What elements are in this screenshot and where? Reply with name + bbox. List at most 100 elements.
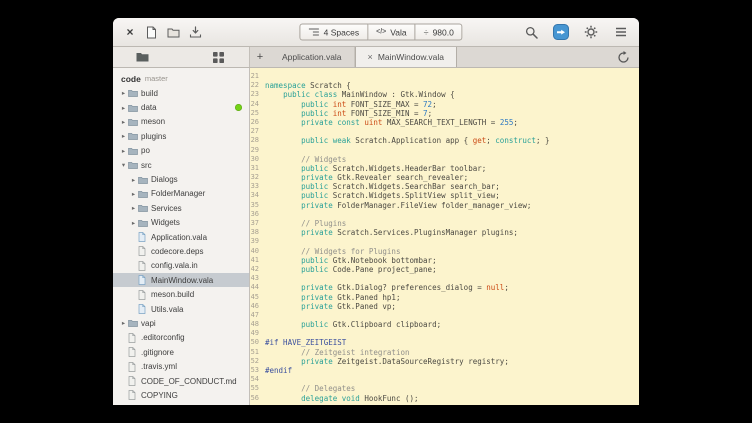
share-button[interactable] bbox=[552, 23, 570, 41]
tab-application-vala[interactable]: Application.vala bbox=[270, 47, 355, 67]
new-document-button[interactable] bbox=[142, 23, 160, 41]
code-text: public Code.Pane project_pane; bbox=[265, 265, 437, 274]
code-line: 36 bbox=[250, 210, 639, 219]
app-menu-button[interactable] bbox=[612, 23, 630, 41]
grid-view-button[interactable] bbox=[209, 48, 227, 66]
tree-file-Utils.vala[interactable]: Utils.vala bbox=[113, 302, 249, 316]
chevron-right-icon[interactable]: ▸ bbox=[119, 118, 128, 126]
line-number: 26 bbox=[250, 118, 265, 127]
code-text: public class MainWindow : Gtk.Window { bbox=[265, 90, 455, 99]
history-button[interactable] bbox=[614, 48, 632, 66]
save-document-button[interactable] bbox=[186, 23, 204, 41]
tree-file-config.vala.in[interactable]: config.vala.in bbox=[113, 259, 249, 273]
toolbar-segments: 4 Spaces </> Vala ÷ 980.0 bbox=[300, 24, 463, 41]
tree-item-label: Services bbox=[151, 204, 182, 213]
tree-folder-plugins[interactable]: ▸ plugins bbox=[113, 129, 249, 143]
folder-icon bbox=[128, 161, 141, 169]
tree-item-label: Utils.vala bbox=[151, 305, 183, 314]
code-text: namespace Scratch { bbox=[265, 81, 351, 90]
tree-file-.travis.yml[interactable]: .travis.yml bbox=[113, 359, 249, 373]
line-number: 37 bbox=[250, 219, 265, 228]
chevron-right-icon[interactable]: ▸ bbox=[119, 319, 128, 327]
tree-folder-src[interactable]: ▾src bbox=[113, 158, 249, 172]
chevron-right-icon[interactable]: ▸ bbox=[129, 190, 138, 198]
chevron-right-icon[interactable]: ▸ bbox=[129, 176, 138, 184]
tab-mainwindow-vala[interactable]: × MainWindow.vala bbox=[355, 47, 457, 67]
code-line: 40 // Widgets for Plugins bbox=[250, 247, 639, 256]
open-folder-button[interactable] bbox=[164, 23, 182, 41]
code-line: 28 public weak Scratch.Application app {… bbox=[250, 136, 639, 145]
line-number: 44 bbox=[250, 283, 265, 292]
tree-folder-Services[interactable]: ▸ Services bbox=[113, 201, 249, 215]
close-tab-icon[interactable]: × bbox=[368, 52, 373, 62]
code-line: 39 bbox=[250, 237, 639, 246]
line-number: 21 bbox=[250, 72, 265, 81]
settings-gear-button[interactable] bbox=[582, 23, 600, 41]
line-number: 48 bbox=[250, 320, 265, 329]
tree-folder-meson[interactable]: ▸meson bbox=[113, 115, 249, 129]
tree-file-.gitignore[interactable]: .gitignore bbox=[113, 345, 249, 359]
chevron-down-icon[interactable]: ▾ bbox=[119, 161, 128, 169]
chevron-right-icon[interactable]: ▸ bbox=[129, 204, 138, 212]
folder-icon bbox=[128, 89, 141, 97]
line-number: 52 bbox=[250, 357, 265, 366]
tree-item-label: Application.vala bbox=[151, 233, 207, 242]
code-text: private const uint MAX_SEARCH_TEXT_LENGT… bbox=[265, 118, 518, 127]
tree-item-label: COPYING bbox=[141, 391, 178, 400]
search-button[interactable] bbox=[522, 23, 540, 41]
chevron-right-icon[interactable]: ▸ bbox=[119, 89, 128, 97]
syntax-button[interactable]: </> Vala bbox=[368, 24, 416, 41]
tree-item-label: Widgets bbox=[151, 218, 180, 227]
line-number: 36 bbox=[250, 210, 265, 219]
code-editor-window: × 4 Spaces </> Vala ÷ 980.0 bbox=[113, 18, 639, 405]
tree-folder-build[interactable]: ▸build bbox=[113, 86, 249, 100]
tree-file-.editorconfig[interactable]: .editorconfig bbox=[113, 331, 249, 345]
code-line: 51 // Zeitgeist integration bbox=[250, 348, 639, 357]
line-number: 41 bbox=[250, 256, 265, 265]
line-number: 53 bbox=[250, 366, 265, 375]
tree-folder-Dialogs[interactable]: ▸Dialogs bbox=[113, 172, 249, 186]
project-root[interactable]: code master bbox=[113, 71, 249, 86]
code-area[interactable]: 2122namespace Scratch {23 public class M… bbox=[250, 68, 639, 405]
code-text: public int FONT_SIZE_MIN = 7; bbox=[265, 109, 432, 118]
file-icon bbox=[138, 304, 151, 314]
chevron-right-icon[interactable]: ▸ bbox=[129, 219, 138, 227]
tree-folder-FolderManager[interactable]: ▸FolderManager bbox=[113, 187, 249, 201]
tree-folder-po[interactable]: ▸po bbox=[113, 144, 249, 158]
code-line: 47 bbox=[250, 311, 639, 320]
chevron-right-icon[interactable]: ▸ bbox=[119, 147, 128, 155]
file-icon bbox=[138, 261, 151, 271]
code-icon: </> bbox=[376, 29, 386, 36]
chevron-right-icon[interactable]: ▸ bbox=[119, 132, 128, 140]
vcs-status-dot bbox=[235, 104, 242, 111]
indentation-button[interactable]: 4 Spaces bbox=[300, 24, 368, 41]
code-line: 37 // Plugins bbox=[250, 219, 639, 228]
project-name: code bbox=[121, 74, 141, 84]
file-icon bbox=[128, 347, 141, 357]
code-line: 52 private Zeitgeist.DataSourceRegistry … bbox=[250, 357, 639, 366]
tree-folder-vapi[interactable]: ▸ vapi bbox=[113, 316, 249, 330]
window-close-button[interactable]: × bbox=[122, 26, 138, 38]
tree-file-meson.build[interactable]: meson.build bbox=[113, 287, 249, 301]
tree-file-codecore.deps[interactable]: codecore.deps bbox=[113, 244, 249, 258]
tree-folder-data[interactable]: ▸data bbox=[113, 100, 249, 114]
tree-file-CODE_OF_CONDUCT.md[interactable]: CODE_OF_CONDUCT.md bbox=[113, 374, 249, 388]
tree-file-COPYING[interactable]: COPYING bbox=[113, 388, 249, 402]
sidebar-header bbox=[113, 47, 250, 67]
projects-folder-button[interactable] bbox=[133, 48, 151, 66]
tree-item-label: plugins bbox=[141, 132, 166, 141]
tree-file-MainWindow.vala[interactable]: MainWindow.vala bbox=[113, 273, 249, 287]
line-number: 29 bbox=[250, 146, 265, 155]
folder-icon bbox=[128, 118, 141, 126]
code-text: private Gtk.Paned vp; bbox=[265, 302, 396, 311]
file-icon bbox=[138, 275, 151, 285]
line-number: 50 bbox=[250, 338, 265, 347]
new-tab-button[interactable]: + bbox=[250, 47, 270, 67]
line-number: 40 bbox=[250, 247, 265, 256]
tree-item-label: vapi bbox=[141, 319, 156, 328]
code-line: 53#endif bbox=[250, 366, 639, 375]
chevron-right-icon[interactable]: ▸ bbox=[119, 104, 128, 112]
goto-line-button[interactable]: ÷ 980.0 bbox=[416, 24, 463, 41]
tree-folder-Widgets[interactable]: ▸ Widgets bbox=[113, 216, 249, 230]
tree-file-Application.vala[interactable]: Application.vala bbox=[113, 230, 249, 244]
